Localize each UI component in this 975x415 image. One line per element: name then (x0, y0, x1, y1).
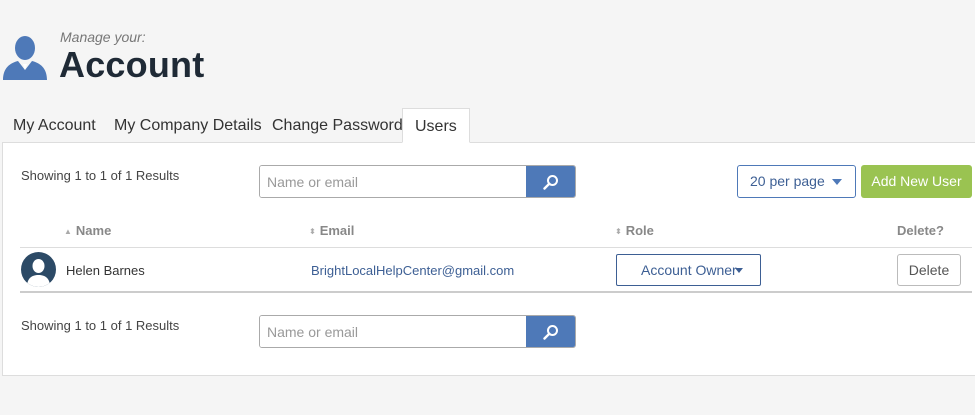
results-summary-top: Showing 1 to 1 of 1 Results (21, 168, 180, 183)
role-select[interactable]: Account Owner (616, 254, 761, 286)
table-header-divider (20, 247, 972, 248)
search-icon (542, 174, 558, 190)
column-header-delete: Delete? (897, 223, 944, 238)
column-header-email[interactable]: ⬍ Email (309, 223, 354, 238)
search-input-bottom[interactable] (260, 316, 526, 347)
tab-my-account[interactable]: My Account (13, 108, 96, 143)
user-silhouette-icon (3, 36, 47, 80)
chevron-down-icon (735, 268, 743, 273)
tab-my-company-details[interactable]: My Company Details (114, 108, 262, 143)
table-row-divider (20, 291, 972, 293)
chevron-down-icon (832, 179, 842, 185)
tab-users[interactable]: Users (402, 108, 470, 143)
search-button-bottom[interactable] (526, 316, 575, 347)
search-button-top[interactable] (526, 166, 575, 197)
user-email-link[interactable]: BrightLocalHelpCenter@gmail.com (311, 263, 514, 278)
account-tabs: My Account My Company Details Change Pas… (0, 108, 975, 143)
search-box-top (259, 165, 576, 198)
page-title: Account (59, 44, 205, 85)
tab-change-password[interactable]: Change Password (272, 108, 403, 143)
search-icon (542, 324, 558, 340)
page-header: Manage your: Account (0, 0, 975, 100)
sort-icon: ⬍ (615, 227, 622, 236)
delete-button[interactable]: Delete (897, 254, 961, 286)
user-avatar-icon (21, 252, 56, 287)
users-panel: Showing 1 to 1 of 1 Results 20 per page … (2, 142, 975, 376)
sort-icon: ⬍ (309, 227, 316, 236)
results-summary-bottom: Showing 1 to 1 of 1 Results (21, 318, 180, 333)
column-header-name[interactable]: ▲ Name (64, 223, 111, 238)
column-header-role[interactable]: ⬍ Role (615, 223, 654, 238)
add-new-user-button[interactable]: Add New User (861, 165, 972, 198)
sort-icon: ▲ (64, 227, 72, 236)
per-page-select[interactable]: 20 per page (737, 165, 856, 198)
role-value: Account Owner (641, 262, 737, 278)
search-box-bottom (259, 315, 576, 348)
per-page-value: 20 per page (750, 173, 825, 189)
search-input-top[interactable] (260, 166, 526, 197)
user-name: Helen Barnes (66, 263, 145, 278)
page-pre-title: Manage your: (60, 29, 146, 45)
